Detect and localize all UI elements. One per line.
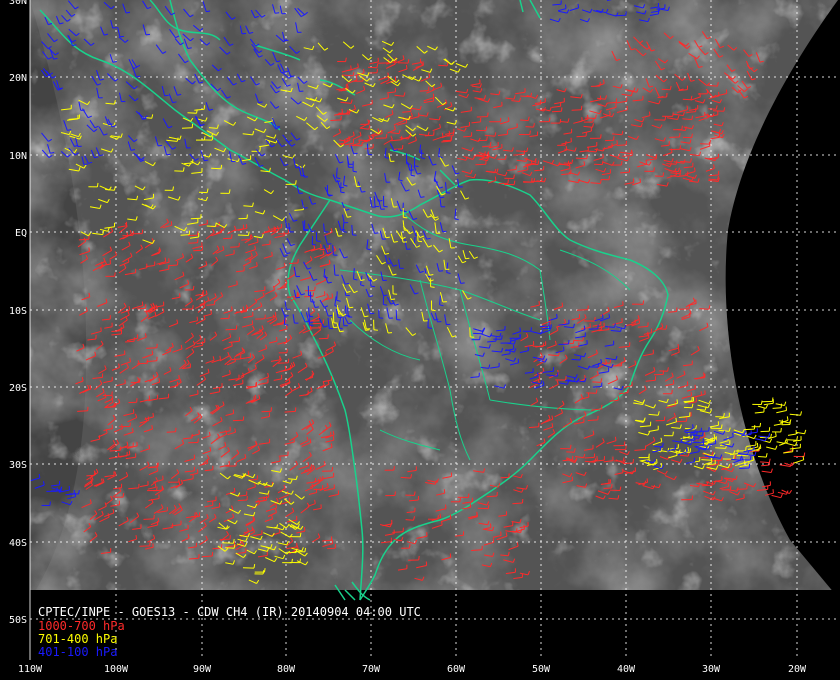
latitude-label: 10S xyxy=(9,306,27,317)
longitude-label: 60W xyxy=(447,664,466,675)
longitude-label: 90W xyxy=(193,664,212,675)
latitude-label: 30N xyxy=(9,0,27,7)
longitude-label: 50W xyxy=(532,664,551,675)
longitude-label: 30W xyxy=(702,664,721,675)
longitude-label: 40W xyxy=(617,664,636,675)
latitude-label: 20S xyxy=(9,383,27,394)
latitude-label: EQ xyxy=(15,228,27,239)
longitude-label: 20W xyxy=(788,664,807,675)
latitude-label: 10N xyxy=(9,151,27,162)
satellite-wind-map: 30N 20N 10N EQ 10S 20S 30S 40S 50S 110W 100W 90W 80… xyxy=(0,0,840,680)
longitude-label: 100W xyxy=(104,664,129,675)
longitude-label: 110W xyxy=(18,664,43,675)
latitude-label: 20N xyxy=(9,73,27,84)
longitude-label: 70W xyxy=(362,664,381,675)
latitude-label: 30S xyxy=(9,460,27,471)
longitude-label: 80W xyxy=(277,664,296,675)
latitude-label: 40S xyxy=(9,538,27,549)
pressure-legend: 1000-700 hPa701-400 hPa401-100 hPa xyxy=(38,619,125,659)
latitude-label: 50S xyxy=(9,615,27,626)
legend-entry: 701-400 hPa xyxy=(38,632,117,646)
legend-entry: 401-100 hPa xyxy=(38,645,117,659)
satellite-image xyxy=(30,0,840,600)
legend-entry: 1000-700 hPa xyxy=(38,619,125,633)
map-title: CPTEC/INPE - GOES13 - CDW CH4 (IR) 20140… xyxy=(38,605,421,619)
